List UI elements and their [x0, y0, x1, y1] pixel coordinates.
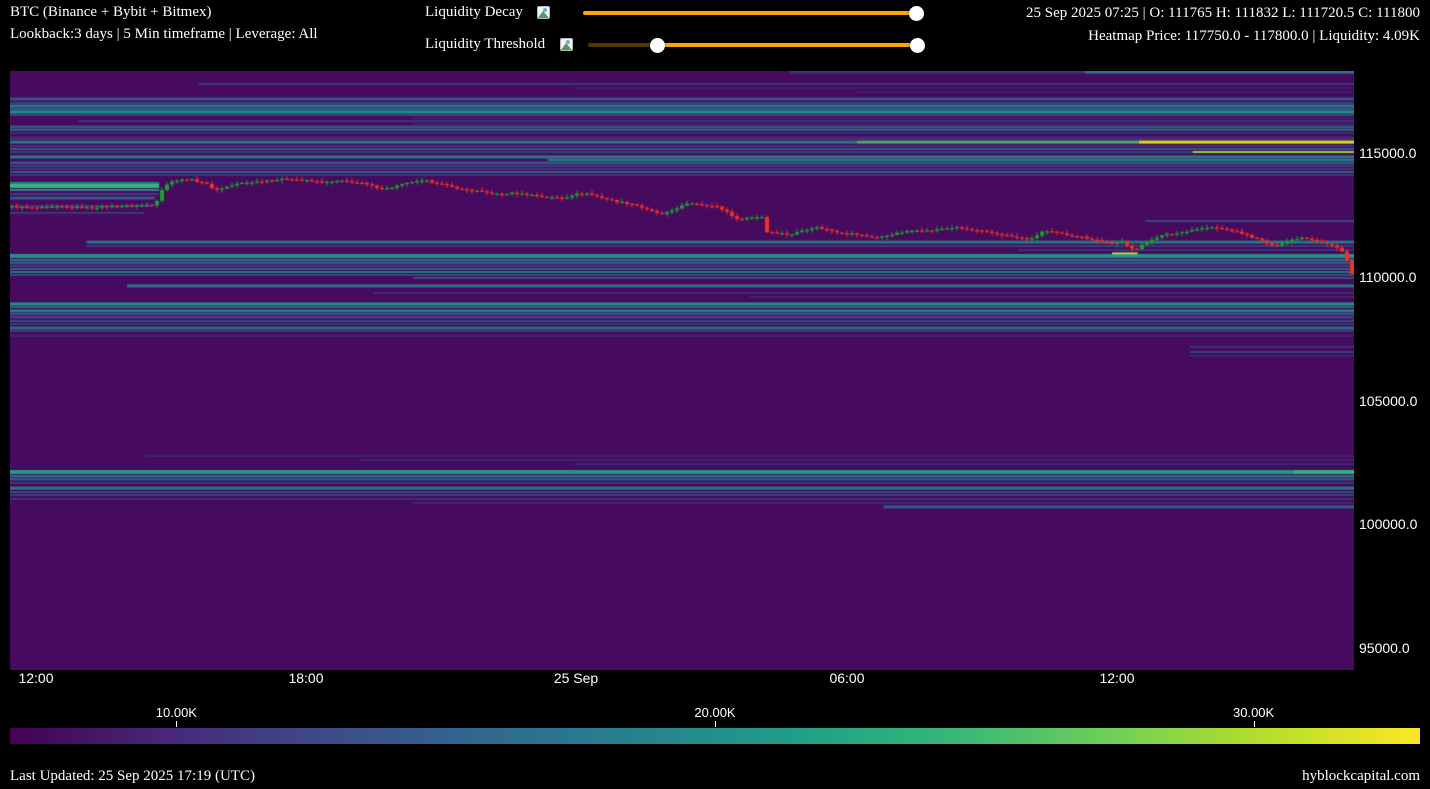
slider-handle[interactable] [910, 38, 925, 53]
brand-text: hyblockcapital.com [1302, 768, 1420, 785]
x-axis-label: 25 Sep [536, 670, 616, 686]
liquidity-threshold-label: Liquidity Threshold [425, 36, 545, 53]
colorbar-label: 30.00K [1219, 705, 1289, 720]
slider-track-dim [588, 43, 657, 47]
liquidity-decay-slider[interactable] [583, 11, 916, 15]
chart-plot-area [10, 71, 1354, 670]
y-axis-label: 115000.0 [1359, 145, 1416, 161]
x-axis-label: 12:00 [0, 670, 76, 686]
heatmap-price-info: Heatmap Price: 117750.0 - 117800.0 | Liq… [1088, 28, 1420, 45]
x-axis-label: 06:00 [807, 670, 887, 686]
page-subtitle: Lookback:3 days | 5 Min timeframe | Leve… [10, 26, 318, 43]
liquidity-threshold-slider[interactable] [588, 43, 917, 47]
y-axis-label: 110000.0 [1359, 269, 1416, 285]
broken-image-icon [560, 38, 573, 51]
colorbar-tick [715, 721, 716, 727]
y-axis-label: 105000.0 [1359, 393, 1417, 409]
colorbar-tick [176, 721, 177, 727]
broken-image-icon [537, 6, 550, 19]
ohlc-info: 25 Sep 2025 07:25 | O: 111765 H: 111832 … [1026, 5, 1420, 22]
slider-track-fill [657, 43, 917, 47]
colorbar-label: 20.00K [680, 705, 750, 720]
page-title: BTC (Binance + Bybit + Bitmex) [10, 4, 211, 21]
slider-handle[interactable] [650, 38, 665, 53]
last-updated-text: Last Updated: 25 Sep 2025 17:19 (UTC) [10, 768, 255, 785]
liquidation-heatmap-canvas[interactable] [10, 71, 1354, 670]
y-axis-label: 95000.0 [1359, 640, 1410, 656]
x-axis-label: 12:00 [1077, 670, 1157, 686]
x-axis-label: 18:00 [266, 670, 346, 686]
colorbar-label: 10.00K [141, 705, 211, 720]
slider-handle[interactable] [909, 6, 924, 21]
liquidation-heatmap-app: BTC (Binance + Bybit + Bitmex) Lookback:… [0, 0, 1430, 789]
liquidity-colorbar [10, 728, 1420, 744]
colorbar-tick [1254, 721, 1255, 727]
liquidity-decay-label: Liquidity Decay [425, 4, 523, 21]
slider-track-fill [583, 11, 916, 15]
y-axis-label: 100000.0 [1359, 516, 1417, 532]
